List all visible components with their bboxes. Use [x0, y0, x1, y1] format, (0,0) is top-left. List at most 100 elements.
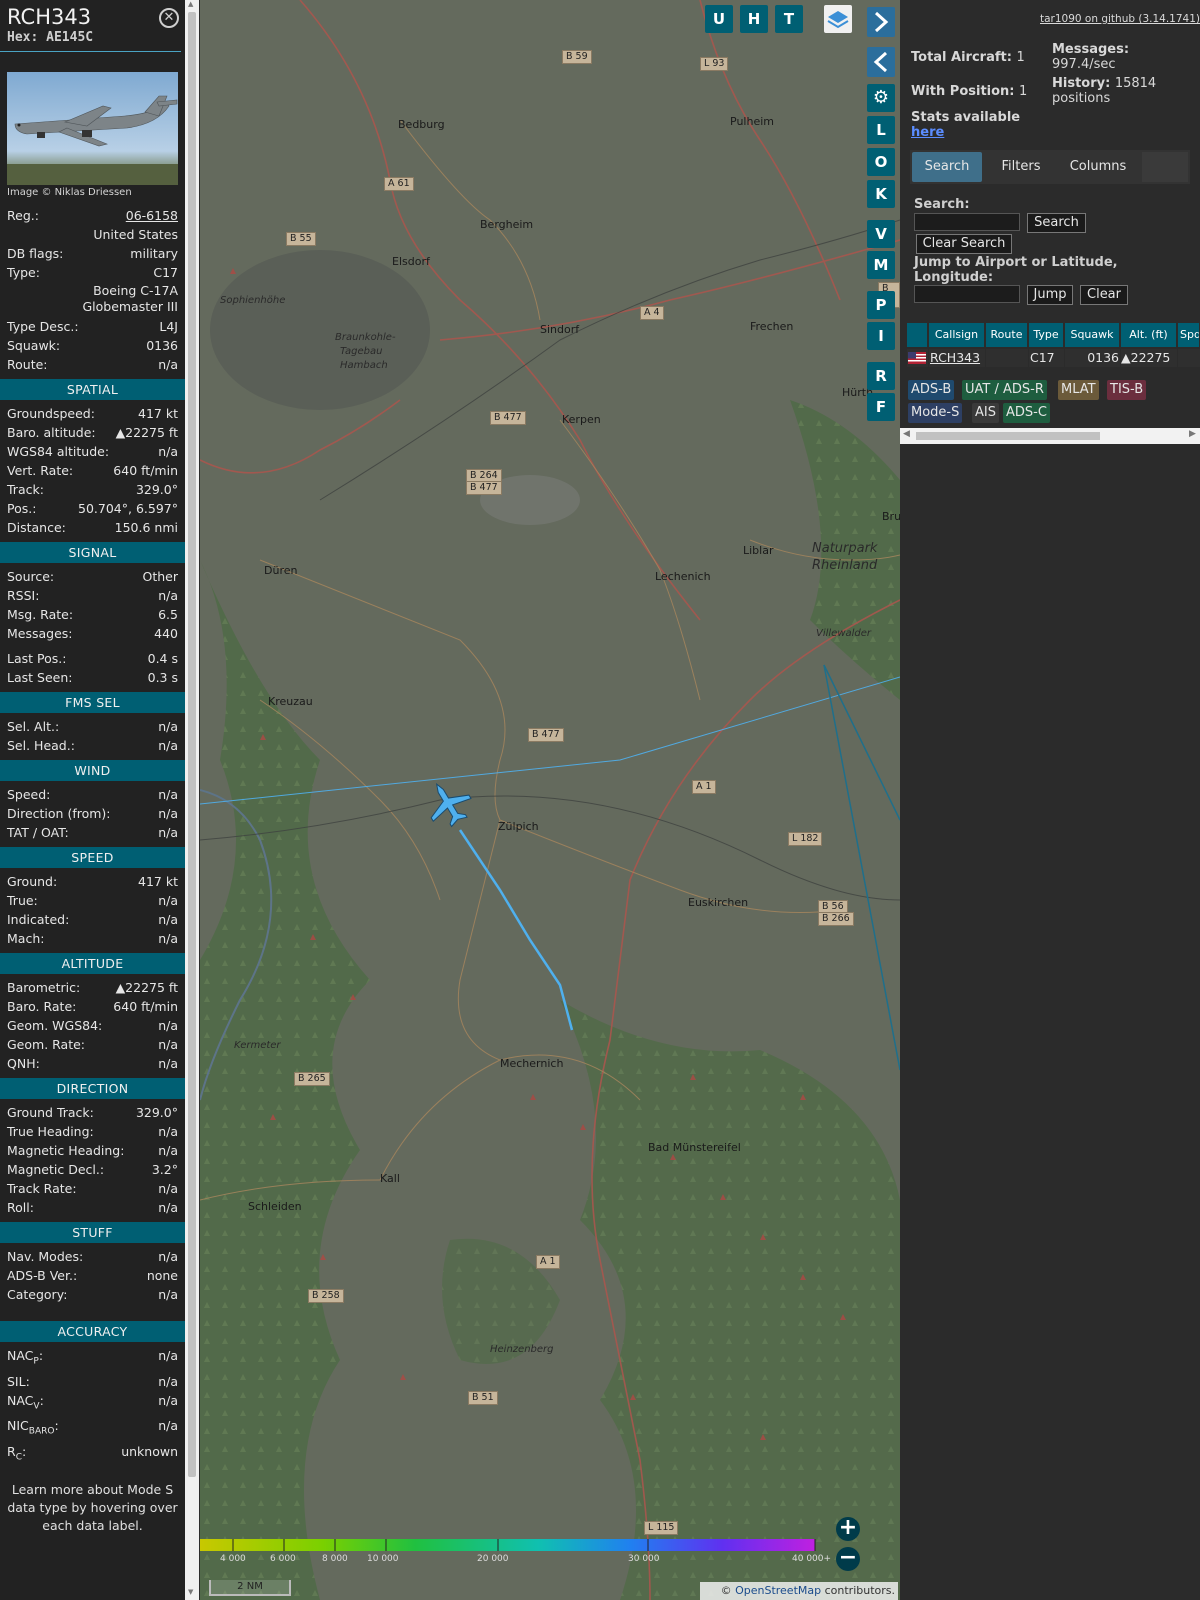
info-label: Nav. Modes:	[7, 1249, 84, 1264]
info-value: 329.0°	[135, 482, 178, 497]
gear-icon[interactable]: ⚙	[867, 84, 895, 112]
info-footer: Learn more about Mode S data type by hov…	[7, 1482, 178, 1533]
map-button-t[interactable]: T	[775, 5, 803, 33]
map-button-i[interactable]: I	[867, 322, 895, 350]
map-view[interactable]: Bedburg Pulheim Bergheim Elsdorf Sindorf Frec…	[200, 0, 900, 1600]
badge-ads-c[interactable]: ADS-C	[1003, 403, 1050, 423]
map-button-k[interactable]: K	[867, 180, 895, 208]
github-link[interactable]: tar1090 on github (3.14.1741)	[1040, 13, 1200, 25]
col-callsign[interactable]: Callsign	[929, 323, 985, 347]
map-button-u[interactable]: U	[705, 5, 733, 33]
search-input[interactable]	[914, 213, 1020, 231]
jump-button[interactable]: Jump	[1027, 285, 1073, 305]
info-value: 6.5	[158, 607, 178, 622]
map-button-p[interactable]: P	[867, 291, 895, 319]
info-label: Geom. WGS84:	[7, 1018, 103, 1033]
callsign-title: RCH343	[7, 5, 92, 29]
close-icon[interactable]: ✕	[159, 8, 179, 28]
legend-tick-label: 20 000	[477, 1554, 509, 1564]
info-label-main: NAC	[7, 1392, 34, 1408]
sidebar-scrollbar[interactable]: ▲ ▼	[185, 0, 199, 1600]
row-callsign[interactable]: RCH343	[929, 349, 985, 367]
badge-ais[interactable]: AIS	[972, 403, 999, 423]
info-label: Ground:	[7, 874, 58, 889]
info-label: Msg. Rate:	[7, 607, 74, 622]
road-label: B 258	[308, 1289, 344, 1303]
info-label: Reg.:	[7, 208, 39, 223]
badge-mlat[interactable]: MLAT	[1058, 380, 1099, 400]
zoom-out-button[interactable]: −	[836, 1547, 860, 1571]
map-button-h[interactable]: H	[740, 5, 768, 33]
col-type[interactable]: Type	[1029, 323, 1064, 347]
search-button[interactable]: Search	[1027, 213, 1086, 233]
aircraft-photo[interactable]	[7, 72, 178, 185]
layers-icon[interactable]	[824, 5, 852, 33]
info-value: n/a	[158, 806, 178, 821]
info-value: 329.0°	[135, 1105, 178, 1120]
town-label: Sindorf	[540, 323, 580, 336]
legend-tick-label: 8 000	[322, 1554, 348, 1564]
search-label: Search:	[914, 197, 970, 212]
info-value: none	[146, 1268, 178, 1283]
total-aircraft-value: 1	[1016, 50, 1025, 65]
badge-ads-b[interactable]: ADS-B	[908, 380, 955, 400]
town-label: Frechen	[750, 320, 794, 333]
info-label: Ground Track:	[7, 1105, 94, 1120]
col-route[interactable]: Route	[986, 323, 1028, 347]
clear-button[interactable]: Clear	[1080, 285, 1128, 305]
town-label: Kall	[380, 1172, 400, 1185]
map-button-o[interactable]: O	[867, 148, 895, 176]
info-value: 50.704°, 6.597°	[78, 501, 178, 516]
map-button-v[interactable]: V	[867, 220, 895, 248]
info-label: Baro. altitude:	[7, 425, 96, 440]
road-label: A 61	[384, 177, 414, 191]
info-row-vert-rate: Vert. Rate: 640 ft/min	[0, 461, 185, 480]
town-label: Kreuzau	[268, 695, 313, 708]
map-button-l[interactable]: L	[867, 116, 895, 144]
tab-columns[interactable]: Columns	[1060, 152, 1136, 182]
badge-mode-s[interactable]: Mode-S	[908, 403, 963, 423]
road-label: B 51	[468, 1391, 498, 1405]
tab-filters[interactable]: Filters	[986, 152, 1056, 182]
road-label: L 93	[700, 57, 729, 71]
info-label: Vert. Rate:	[7, 463, 74, 478]
info-row-track: Track: 329.0°	[0, 480, 185, 499]
tab-search[interactable]: Search	[912, 152, 982, 182]
map-button-m[interactable]: M	[867, 251, 895, 279]
photo-credit: Image © Niklas Driessen	[7, 187, 132, 198]
info-label: NACP:	[7, 1346, 43, 1372]
table-horizontal-scrollbar[interactable]: ◀ ▶	[900, 428, 1200, 444]
tab-empty	[1142, 152, 1188, 182]
col-squawk[interactable]: Squawk	[1065, 323, 1120, 347]
town-label: Euskirchen	[688, 896, 749, 909]
chevron-left-icon[interactable]	[867, 47, 895, 77]
info-value[interactable]: 06-6158	[126, 206, 178, 225]
map-button-r[interactable]: R	[867, 362, 895, 390]
stats-link[interactable]: here	[911, 125, 944, 140]
col-flag[interactable]	[907, 323, 928, 347]
road-label: A 4	[640, 306, 664, 320]
info-row-roll: Roll: n/a	[0, 1198, 185, 1217]
map-button-f[interactable]: F	[867, 393, 895, 421]
town-label: Zülpich	[498, 820, 539, 833]
badge-uat-ads-r[interactable]: UAT / ADS-R	[962, 380, 1047, 400]
chevron-right-icon[interactable]	[867, 7, 895, 37]
osm-link[interactable]: OpenStreetMap	[735, 1584, 821, 1597]
info-value: 0.3 s	[147, 670, 178, 685]
info-row-distance: Distance: 150.6 nmi	[0, 518, 185, 537]
messages-stat: Messages: 997.4/sec	[1052, 42, 1129, 72]
road-label: L 182	[788, 832, 823, 846]
info-row-magnetic-decl: Magnetic Decl.: 3.2°	[0, 1160, 185, 1179]
col-altitude[interactable]: Alt. (ft)	[1121, 323, 1177, 347]
col-speed[interactable]: Spd	[1178, 323, 1200, 347]
table-scroll-thumb[interactable]	[916, 432, 1100, 440]
info-label-main: NAC	[7, 1348, 34, 1363]
clear-search-button[interactable]: Clear Search	[916, 234, 1012, 254]
jump-input[interactable]	[914, 285, 1020, 303]
road-label: B 477	[466, 481, 502, 495]
info-label: Direction (from):	[7, 806, 111, 821]
row-type: C17	[1029, 349, 1064, 367]
zoom-in-button[interactable]: +	[836, 1517, 860, 1541]
sidebar-scroll-thumb[interactable]	[188, 12, 196, 1477]
badge-tis-b[interactable]: TIS-B	[1107, 380, 1147, 400]
